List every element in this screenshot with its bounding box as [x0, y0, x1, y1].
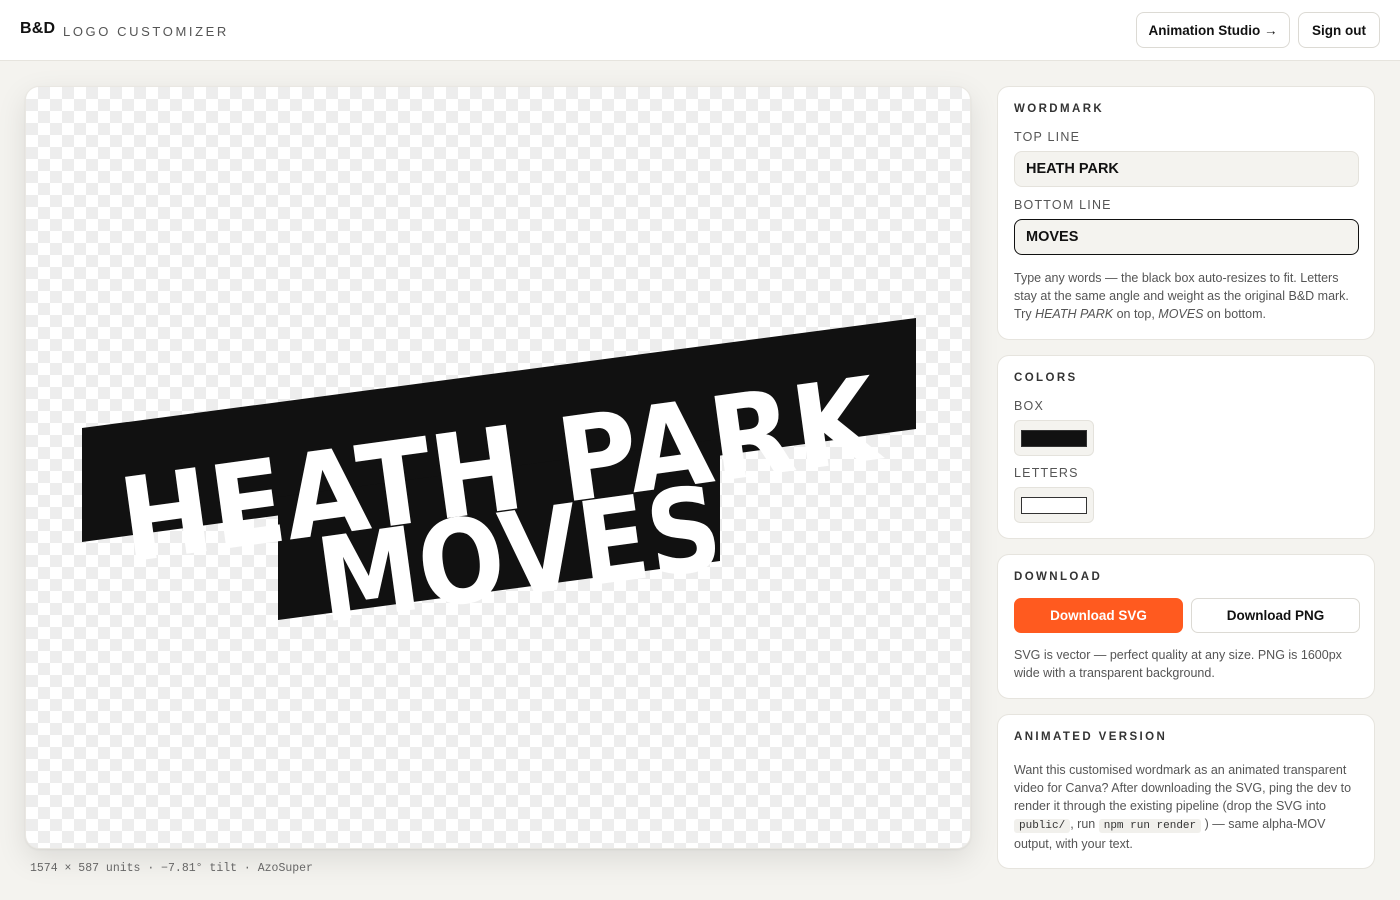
bottom-line-input[interactable]	[1014, 219, 1359, 255]
box-color-picker[interactable]	[1014, 420, 1094, 456]
animated-text-2: , run	[1070, 817, 1096, 831]
top-line-label: TOP LINE	[1014, 130, 1081, 144]
public-dir-code: public/	[1014, 819, 1071, 833]
wordmark-group: HEATH PARK MOVES	[82, 318, 916, 649]
render-command-code: npm run render	[1098, 819, 1202, 833]
animated-title: ANIMATED VERSION	[1014, 731, 1168, 743]
logo-preview-canvas: HEATH PARK MOVES	[25, 86, 971, 849]
help-text-2: on top,	[1113, 307, 1159, 321]
top-line-input[interactable]	[1014, 151, 1359, 187]
download-panel: DOWNLOAD Download SVG Download PNG SVG i…	[997, 554, 1375, 699]
animated-text-1: Want this customised wordmark as an anim…	[1014, 763, 1352, 813]
logo-preview-svg: HEATH PARK MOVES	[82, 318, 916, 649]
colors-title: COLORS	[1014, 372, 1078, 384]
colors-panel: COLORS BOX LETTERS	[997, 355, 1375, 539]
animation-studio-button[interactable]: Animation Studio →	[1136, 12, 1290, 48]
letters-color-picker[interactable]	[1014, 487, 1094, 523]
wordmark-help: Type any words — the black box auto-resi…	[1014, 269, 1362, 323]
sign-out-button[interactable]: Sign out	[1298, 12, 1380, 48]
help-example-top: HEATH PARK	[1035, 307, 1114, 321]
bottom-line-label: BOTTOM LINE	[1014, 198, 1112, 212]
preview-meta: 1574 × 587 units · −7.81° tilt · AzoSupe…	[30, 862, 313, 875]
brand-logo: B&D	[20, 20, 56, 37]
help-example-bottom: MOVES	[1158, 307, 1204, 321]
help-text-3: on bottom.	[1203, 307, 1266, 321]
letters-color-label: LETTERS	[1014, 466, 1079, 480]
animated-help: Want this customised wordmark as an anim…	[1014, 761, 1362, 853]
download-help: SVG is vector — perfect quality at any s…	[1014, 648, 1342, 680]
download-svg-button[interactable]: Download SVG	[1014, 598, 1183, 633]
wordmark-title: WORDMARK	[1014, 103, 1105, 115]
letters-color-chip	[1021, 497, 1087, 514]
download-png-button[interactable]: Download PNG	[1191, 598, 1360, 633]
app-subtitle: LOGO CUSTOMIZER	[63, 24, 229, 39]
app-header: B&D LOGO CUSTOMIZER Animation Studio → S…	[0, 0, 1400, 61]
box-color-label: BOX	[1014, 399, 1044, 413]
box-color-chip	[1021, 430, 1087, 447]
download-title: DOWNLOAD	[1014, 571, 1103, 583]
wordmark-panel: WORDMARK TOP LINE BOTTOM LINE Type any w…	[997, 86, 1375, 340]
animated-panel: ANIMATED VERSION Want this customised wo…	[997, 714, 1375, 869]
